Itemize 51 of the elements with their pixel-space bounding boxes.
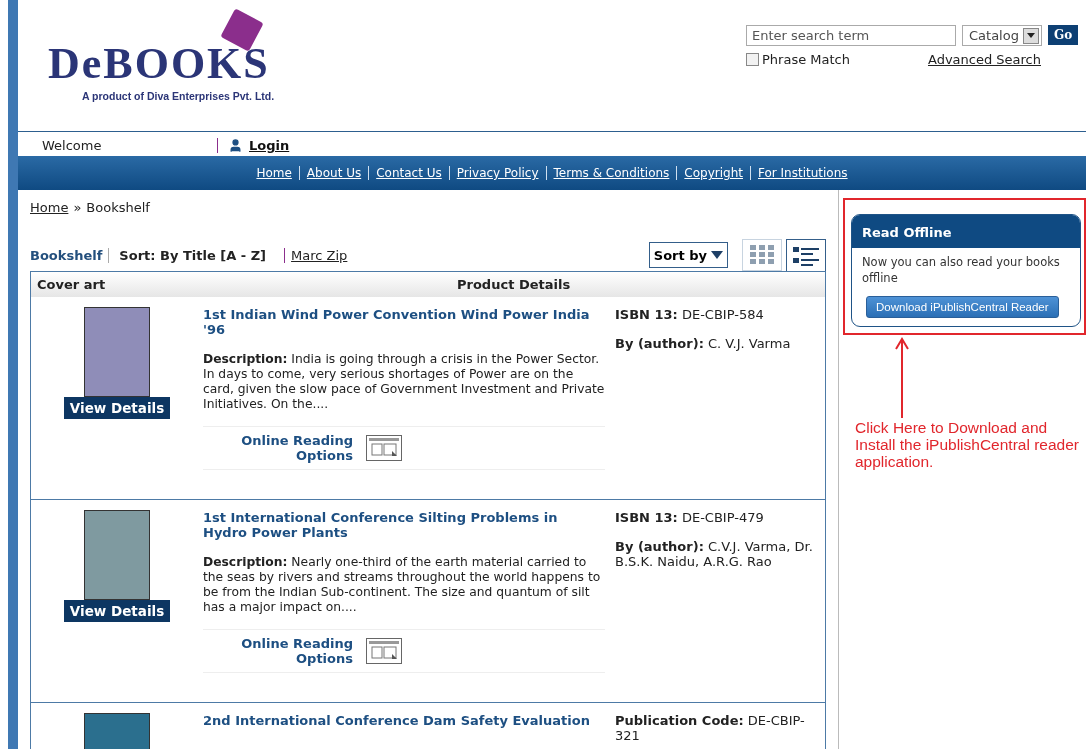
breadcrumb-separator: »: [73, 200, 82, 215]
logo-tagline: A product of Diva Enterprises Pvt. Ltd.: [82, 90, 275, 102]
list-view-icon: [793, 245, 819, 266]
reading-options-icon[interactable]: [366, 435, 402, 461]
view-details-button[interactable]: View Details: [63, 600, 171, 622]
online-reading-link[interactable]: Online Reading Options: [241, 433, 353, 463]
detail-line: ISBN 13: DE-CBIP-584: [615, 307, 765, 322]
phrase-match-checkbox[interactable]: [746, 53, 759, 66]
annotation-text: Click Here to Download and Install the iPublishCentral reader application.: [855, 419, 1080, 470]
nav-link[interactable]: For Institutions: [750, 166, 855, 180]
view-details-button[interactable]: View Details: [63, 397, 171, 419]
login-link[interactable]: Login: [217, 137, 290, 153]
online-reading-link[interactable]: Online Reading Options: [241, 636, 353, 666]
user-icon: [228, 137, 243, 153]
nav-link[interactable]: Privacy Policy: [448, 166, 546, 180]
sort-by-button[interactable]: Sort by: [648, 242, 728, 268]
go-button[interactable]: Go: [1048, 25, 1079, 45]
view-toggle-button[interactable]: [786, 239, 826, 271]
book-title-link[interactable]: 1st Indian Wind Power Convention Wind Power India '96: [203, 307, 605, 337]
breadcrumb-current: Bookshelf: [86, 200, 150, 215]
download-reader-button[interactable]: Download iPublishCentral Reader: [866, 296, 1059, 318]
phrase-match-label: Phrase Match: [762, 52, 850, 67]
nav-link[interactable]: Terms & Conditions: [545, 166, 677, 180]
detail-line: Publication Code: DE-CBIP-321: [615, 713, 806, 743]
book-description: Description: Nearly one-third of the earth material carried to the seas by rivers and streams throughout the world happens to be from the Indian Sub-continent. The size and quantum of silt has a major impact on....: [203, 555, 602, 615]
catalog-select[interactable]: Catalog: [962, 25, 1042, 46]
breadcrumb-link[interactable]: Home: [30, 200, 69, 215]
detail-line: By (author): C.V.J. Varma, Dr. B.S.K. Naidu, A.R.G. Rao: [615, 539, 814, 569]
panel-title: Read Offline: [852, 215, 1080, 248]
column-header: Product Details: [456, 277, 572, 292]
sort-label: Sort: By Title [A - Z]: [119, 247, 267, 263]
nav-link[interactable]: About Us: [298, 166, 369, 180]
nav-link[interactable]: Copyright: [676, 166, 750, 180]
panel-text: Now you can also read your books offline: [861, 254, 1061, 286]
nav-link[interactable]: Home: [249, 166, 299, 180]
nav-link[interactable]: Contact Us: [368, 166, 449, 180]
caret-icon: [711, 251, 723, 259]
reading-options-icon[interactable]: [366, 638, 402, 664]
marc-zip-link[interactable]: Marc Zip: [284, 247, 348, 263]
detail-line: By (author): C. V.J. Varma: [615, 336, 792, 351]
search-field[interactable]: Enter search term: [746, 25, 956, 46]
grid-view-icon: [750, 245, 774, 265]
detail-line: ISBN 13: DE-CBIP-479: [615, 510, 765, 525]
book-title-link[interactable]: 2nd International Conference Dam Safety Evaluation: [203, 713, 605, 728]
advanced-search-link[interactable]: Advanced Search: [928, 52, 1041, 67]
column-header: Cover art: [36, 277, 107, 292]
welcome-text: Welcome: [42, 137, 103, 153]
book-description: Description: India is going through a crisis in the Power Sector. In days to come, very serious shortages of Power are on the card, given the slow pace of Government Investment and Private Initiatives. On the....: [203, 352, 605, 412]
bookshelf-link[interactable]: Bookshelf: [30, 247, 110, 263]
logo-text: DeBOOKS: [48, 42, 270, 86]
book-title-link[interactable]: 1st International Conference Silting Problems in Hydro Power Plants: [203, 510, 605, 540]
